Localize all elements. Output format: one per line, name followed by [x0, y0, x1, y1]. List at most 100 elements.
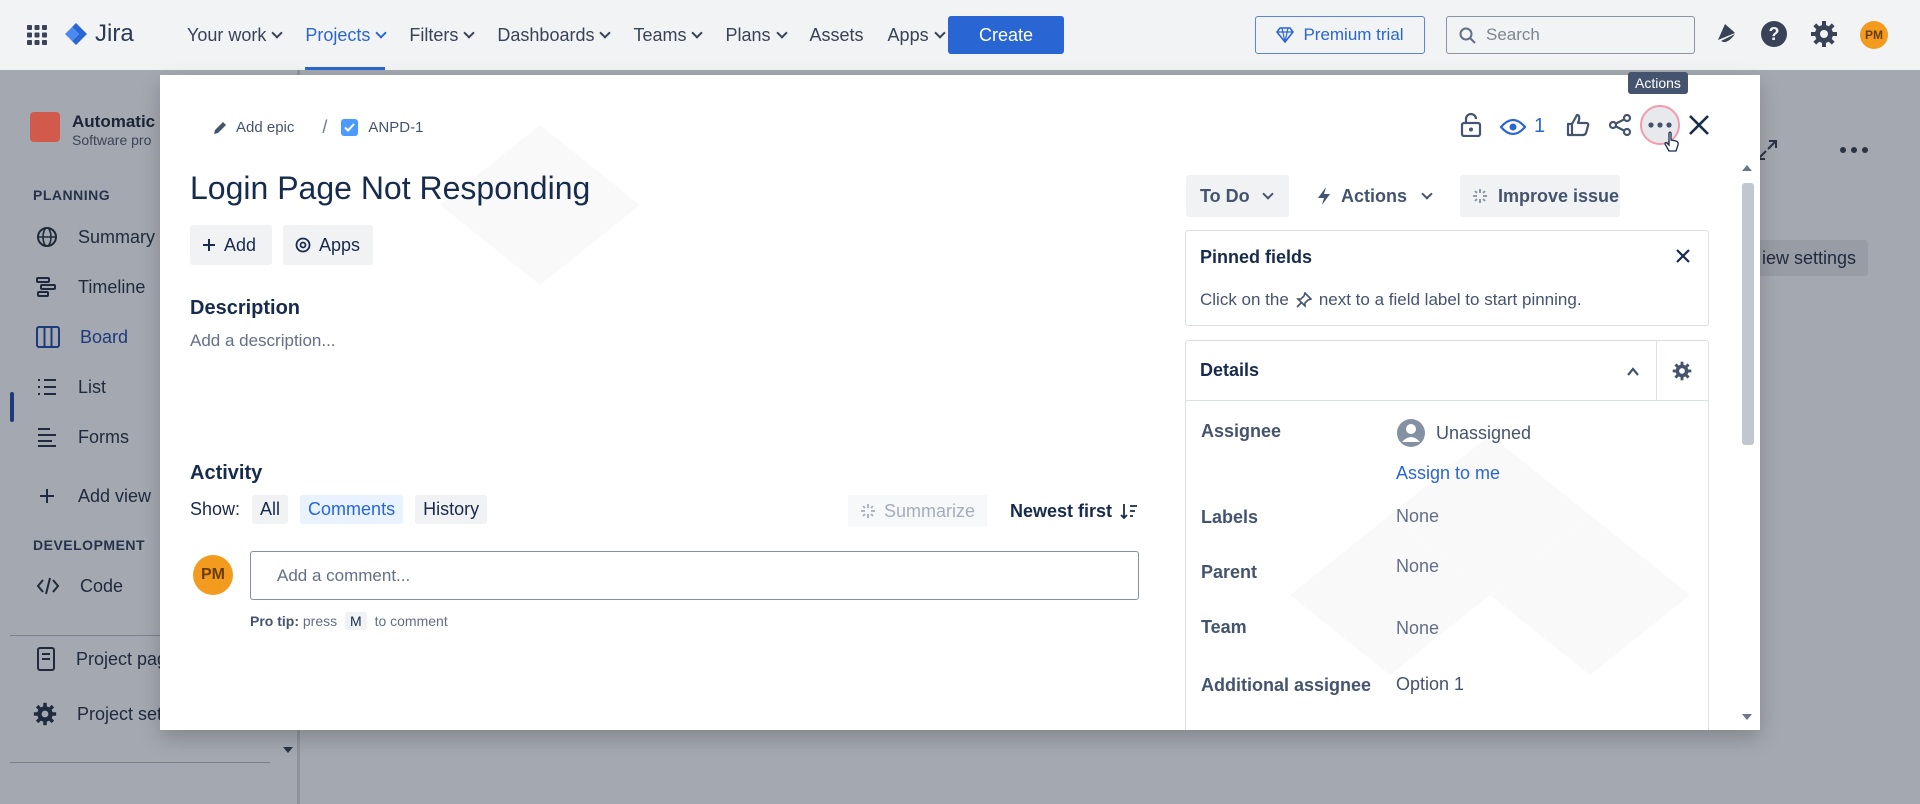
sparkle-icon: [861, 504, 875, 518]
pinned-fields-hint: Click on the next to a field label to st…: [1200, 290, 1582, 310]
pin-icon: [1295, 292, 1312, 308]
details-header[interactable]: Details: [1186, 341, 1708, 401]
mouse-cursor-icon: [1664, 131, 1680, 153]
search-input[interactable]: Search: [1446, 16, 1695, 54]
sidebar-item-label: Forms: [78, 426, 129, 447]
apps-button[interactable]: Apps: [283, 225, 373, 265]
sidebar-item-label: Summary: [78, 226, 156, 247]
improve-issue-label: Improve issue: [1498, 185, 1620, 206]
improve-issue-button[interactable]: Improve issue: [1460, 175, 1620, 217]
pinned-fields-panel: Pinned fields Click on the next to a fie…: [1185, 230, 1709, 326]
project-type: Software pro: [72, 132, 152, 148]
nav-filters[interactable]: Filters: [397, 0, 485, 70]
issue-title[interactable]: Login Page Not Responding: [190, 170, 590, 207]
status-label: To Do: [1200, 185, 1250, 206]
nav-apps-label: Apps: [887, 24, 929, 45]
chevron-down-icon: [775, 27, 788, 39]
nav-dashboards[interactable]: Dashboards: [485, 0, 621, 70]
sidebar-item-forms[interactable]: Forms: [36, 426, 129, 448]
sort-order-button[interactable]: Newest first: [1010, 495, 1138, 527]
details-title: Details: [1200, 360, 1260, 380]
chevron-down-icon: [933, 27, 946, 39]
chevron-down-icon: [599, 27, 612, 39]
description-editor[interactable]: Add a description...: [190, 331, 336, 351]
jira-logo-text: Jira: [95, 20, 134, 47]
thumbs-up-icon[interactable]: [1566, 113, 1590, 137]
notifications-icon[interactable]: [1713, 21, 1739, 47]
additional-assignee-value[interactable]: Option 1: [1396, 674, 1464, 695]
sidebar-item-code[interactable]: Code: [36, 575, 123, 597]
help-icon[interactable]: ?: [1760, 20, 1788, 48]
close-pinned-icon[interactable]: [1676, 249, 1690, 263]
nav-your-work[interactable]: Your work: [175, 0, 293, 70]
pencil-icon: [214, 121, 226, 134]
more-dots-icon: [1648, 122, 1672, 128]
user-avatar[interactable]: PM: [1860, 21, 1888, 49]
actions-dropdown[interactable]: Actions: [1305, 175, 1443, 217]
sort-icon: [1120, 504, 1138, 519]
scroll-down-arrow-icon[interactable]: [283, 747, 293, 753]
assignee-value[interactable]: Unassigned: [1396, 418, 1531, 448]
assign-to-me-link[interactable]: Assign to me: [1396, 463, 1500, 484]
filter-history[interactable]: History: [415, 495, 488, 524]
nav-teams[interactable]: Teams: [621, 0, 713, 70]
close-icon[interactable]: [1688, 114, 1710, 136]
project-header[interactable]: Automatic Software pro: [30, 112, 155, 148]
header-divider: [1656, 341, 1657, 400]
gear-icon[interactable]: [1672, 361, 1692, 381]
parent-value[interactable]: None: [1396, 556, 1439, 577]
create-button[interactable]: Create: [948, 16, 1064, 54]
jira-logo[interactable]: Jira: [63, 20, 134, 48]
add-button[interactable]: Add: [190, 225, 272, 265]
assignee-label: Assignee: [1201, 421, 1282, 441]
main-menu: Your work Projects Filters Dashboards Te…: [175, 0, 956, 70]
sidebar-item-project-pages[interactable]: Project pag: [36, 647, 167, 671]
breadcrumb: Add epic / ANPD-1: [212, 117, 423, 138]
sidebar-item-board[interactable]: Board: [36, 326, 128, 348]
sidebar-item-summary[interactable]: Summary: [36, 226, 155, 248]
comment-input[interactable]: Add a comment...: [250, 551, 1139, 600]
add-epic-link[interactable]: Add epic: [236, 119, 294, 136]
activity-filter: Show: All Comments History: [190, 495, 488, 524]
summarize-button[interactable]: Summarize: [848, 495, 988, 527]
sidebar-item-project-settings[interactable]: Project sett: [33, 702, 167, 726]
apps-button-label: Apps: [319, 234, 361, 255]
plus-icon: [40, 489, 54, 503]
premium-trial-button[interactable]: Premium trial: [1255, 16, 1425, 54]
nav-plans-label: Plans: [725, 24, 771, 45]
settings-gear-icon[interactable]: [1810, 20, 1838, 48]
user-placeholder-icon: [1397, 419, 1425, 447]
eye-icon: [1500, 118, 1526, 135]
nav-assets[interactable]: Assets: [798, 0, 876, 70]
status-dropdown[interactable]: To Do: [1186, 175, 1289, 217]
scroll-up-arrow-icon[interactable]: [1742, 165, 1752, 171]
details-panel: Details Assignee Unassigned Assign to me…: [1185, 340, 1709, 730]
development-heading: DEVELOPMENT: [33, 537, 146, 553]
sidebar-item-list[interactable]: List: [36, 376, 106, 398]
share-icon[interactable]: [1608, 113, 1632, 137]
team-value[interactable]: None: [1396, 618, 1439, 639]
protip-rest: to comment: [374, 613, 448, 629]
nav-apps[interactable]: Apps: [876, 0, 956, 70]
nav-projects[interactable]: Projects: [293, 0, 397, 70]
chevron-up-icon[interactable]: [1626, 367, 1640, 376]
active-indicator: [10, 392, 14, 422]
scroll-thumb[interactable]: [1742, 183, 1754, 445]
nav-plans[interactable]: Plans: [713, 0, 797, 70]
forms-icon: [38, 428, 56, 447]
premium-trial-label: Premium trial: [1303, 25, 1404, 44]
issue-key-link[interactable]: ANPD-1: [368, 119, 423, 136]
summarize-label: Summarize: [884, 500, 976, 521]
list-icon: [38, 379, 56, 395]
sidebar-item-timeline[interactable]: Timeline: [36, 276, 145, 298]
filter-all[interactable]: All: [252, 495, 289, 524]
app-switcher-icon[interactable]: [27, 25, 47, 45]
code-icon: [36, 577, 60, 595]
lightning-icon: [1318, 187, 1330, 205]
labels-value[interactable]: None: [1396, 506, 1439, 527]
lock-icon[interactable]: [1460, 113, 1482, 137]
add-view-button[interactable]: Add view: [36, 485, 151, 507]
scroll-down-arrow-icon[interactable]: [1742, 714, 1752, 720]
watch-button[interactable]: 1: [1500, 115, 1545, 138]
filter-comments[interactable]: Comments: [300, 495, 404, 524]
